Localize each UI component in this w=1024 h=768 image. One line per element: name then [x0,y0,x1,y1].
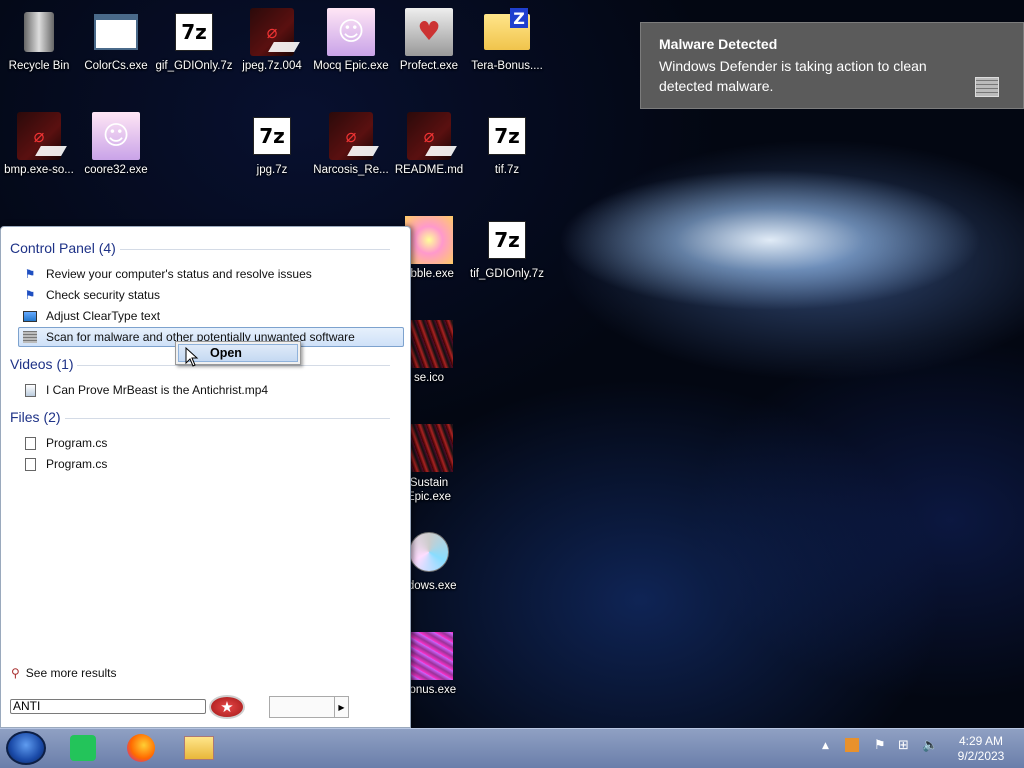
result-program-cs-1[interactable]: Program.cs [19,433,107,453]
7z-archive-icon: 7z [170,8,218,56]
result-label: Program.cs [46,436,108,450]
group-header-control-panel: Control Panel (4) [10,240,390,256]
group-header-files: Files (2) [10,409,390,425]
cd-disc-icon [405,528,453,576]
7z-archive-icon: 7z [483,216,531,264]
desktop-icon-mocq-epic[interactable]: ☺ Mocq Epic.exe [312,8,390,72]
monitor-icon [22,308,38,324]
see-more-label: See more results [25,666,117,680]
clock-date: 9/2/2023 [957,749,1005,763]
desktop-icon-jpeg-004[interactable]: ⌀ jpeg.7z.004 [233,8,311,72]
dark-app-icon: ⌀ [15,112,63,160]
video-file-icon [22,382,38,398]
search-input[interactable]: ANTI [10,699,206,714]
dark-app-icon: ⌀ [248,8,296,56]
desktop-icon-label: bmp.exe-so... [4,164,74,176]
result-check-security[interactable]: ⚑ Check security status [19,285,160,305]
desktop-icon-recycle-bin[interactable]: Recycle Bin [0,8,78,72]
file-icon [22,435,38,451]
explorer-icon[interactable] [182,732,216,764]
anime-character-icon: ☺ [327,8,375,56]
zip-folder-icon: Z [483,8,531,56]
network-icon[interactable]: ⊞ [898,738,909,753]
magnifier-icon: ⚲ [11,666,20,680]
desktop-icon-label: ColorCs.exe [84,60,148,72]
glitch-image-icon [405,320,453,368]
show-hidden-icons-button[interactable]: ▲ [822,741,829,751]
flag-icon: ⚑ [24,267,36,281]
action-center-flag-icon[interactable]: ⚑ [874,738,886,753]
desktop-icon-readme[interactable]: ⌀ README.md [390,112,468,176]
group-title: Files (2) [10,409,61,425]
desktop-icon-profect[interactable]: ♥ Profect.exe [390,8,468,72]
desktop-icon-label: Tera-Bonus.... [471,60,543,72]
start-menu: Control Panel (4) ⚑ Review your computer… [0,226,411,728]
file-icon [22,456,38,472]
dark-app-icon: ⌀ [405,112,453,160]
notification-title: Malware Detected [659,36,778,52]
desktop-icon-coore32[interactable]: ☺ coore32.exe [77,112,155,176]
desktop-icon-label: Narcosis_Re... [313,164,389,176]
group-title: Control Panel (4) [10,240,116,256]
defender-icon [22,329,38,345]
desktop-icon-label: jpg.7z [256,164,288,176]
window-app-icon [92,8,140,56]
result-video-file[interactable]: I Can Prove MrBeast is the Antichrist.mp… [19,380,268,400]
desktop-icon-label: tif.7z [494,164,520,176]
7z-archive-icon: 7z [483,112,531,160]
clock-time: 4:29 AM [958,734,1004,748]
shutdown-arrow-icon[interactable]: ▶ [334,697,348,717]
notification-message: Windows Defender is taking action to cle… [659,58,927,94]
glitch-image-icon [405,632,453,680]
taskbar-app-icon[interactable] [66,732,100,764]
result-label: Check security status [46,288,161,302]
star-search-button[interactable]: ★ [209,695,245,719]
group-header-videos: Videos (1) [10,356,390,372]
see-more-results-link[interactable]: ⚲ See more results [11,666,117,680]
desktop-icon-bmp[interactable]: ⌀ bmp.exe-so... [0,112,78,176]
shutdown-button[interactable]: ▶ [269,696,349,718]
result-label: Review your computer's status and resolv… [46,267,312,281]
desktop-icon-label: Recycle Bin [8,60,70,72]
glitch-image-icon [405,216,453,264]
desktop-icon-label: gif_GDIOnly.7z [155,60,233,72]
result-label: Adjust ClearType text [46,309,161,323]
desktop-icon-jpg-7z[interactable]: 7z jpg.7z [233,112,311,176]
desktop-icon-tif-7z[interactable]: 7z tif.7z [468,112,546,176]
pixel-character-icon: ♥ [405,8,453,56]
group-title: Videos (1) [10,356,74,372]
desktop-icon-label: Mocq Epic.exe [313,60,389,72]
desktop-icon-gif-gdionly[interactable]: 7z gif_GDIOnly.7z [155,8,233,72]
result-label: I Can Prove MrBeast is the Antichrist.mp… [46,383,269,397]
desktop-icon-label: Profect.exe [399,60,459,72]
glitch-image-icon [405,424,453,472]
desktop-icon-tif-gdionly[interactable]: 7z tif_GDIOnly.7z [468,216,546,280]
result-adjust-cleartype[interactable]: Adjust ClearType text [19,306,160,326]
start-orb-button[interactable] [6,731,46,765]
desktop-icon-label: README.md [394,164,464,176]
taskbar-clock[interactable]: 4:29 AM 9/2/2023 [950,734,1012,764]
result-review-status[interactable]: ⚑ Review your computer's status and reso… [19,264,312,284]
tray-app-icon[interactable] [845,738,859,752]
anime-character-icon: ☺ [92,112,140,160]
desktop-icon-narcosis[interactable]: ⌀ Narcosis_Re... [312,112,390,176]
result-label: Program.cs [46,457,108,471]
desktop-icon-label: tif_GDIOnly.7z [470,268,544,280]
desktop-icon-tera-bonus[interactable]: Z Tera-Bonus.... [468,8,546,72]
flag-icon: ⚑ [24,288,36,302]
desktop-icon-label: coore32.exe [84,164,148,176]
desktop-icon-label: jpeg.7z.004 [242,60,302,72]
volume-icon[interactable]: 🔈 [922,738,938,753]
result-program-cs-2[interactable]: Program.cs [19,454,107,474]
malware-notification[interactable]: Malware Detected Windows Defender is tak… [640,22,1024,109]
recycle-bin-icon [15,8,63,56]
mouse-cursor-icon [185,347,199,367]
7z-archive-icon: 7z [248,112,296,160]
dark-app-icon: ⌀ [327,112,375,160]
desktop-icon-colorcs[interactable]: ColorCs.exe [77,8,155,72]
firefox-icon[interactable] [124,732,158,764]
castle-wall-icon [975,77,999,97]
